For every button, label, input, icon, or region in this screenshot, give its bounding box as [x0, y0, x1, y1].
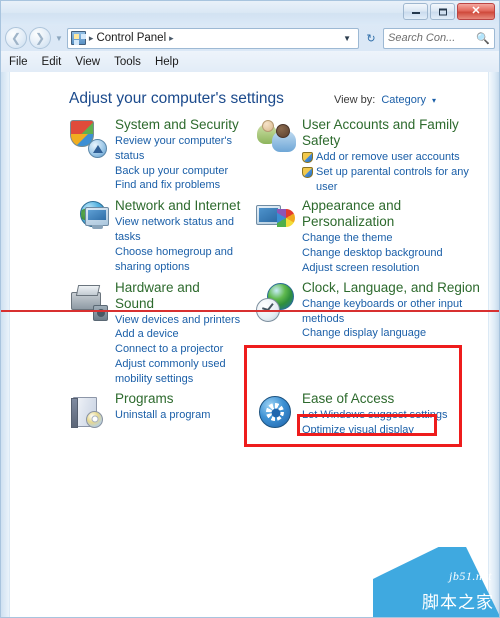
users-icon[interactable]: [256, 119, 296, 159]
control-panel-icon: [70, 31, 86, 45]
search-input[interactable]: Search Con...: [388, 32, 476, 44]
window-controls: ✕: [403, 3, 495, 20]
watermark: jb51.net 脚本之家: [373, 547, 499, 617]
link-add-a-device[interactable]: Add a device: [115, 327, 242, 342]
minimize-icon: [411, 12, 420, 14]
refresh-button[interactable]: ↻: [361, 28, 381, 49]
category-title[interactable]: User Accounts and Family Safety: [302, 117, 480, 149]
appearance-monitor-icon[interactable]: [256, 200, 296, 240]
network-globe-icon[interactable]: [69, 200, 109, 240]
category-row: Hardware and Sound View devices and prin…: [10, 280, 488, 391]
category-title[interactable]: Clock, Language, and Region: [302, 280, 480, 296]
breadcrumb-control-panel[interactable]: Control Panel: [96, 32, 166, 44]
programs-box-icon[interactable]: [69, 393, 109, 433]
category-row: Network and Internet View network status…: [10, 198, 488, 279]
category-pane: Adjust your computer's settings View by:…: [10, 72, 488, 617]
link-optimize-visual-display[interactable]: Optimize visual display: [302, 423, 480, 438]
category-title[interactable]: Ease of Access: [302, 391, 480, 407]
link-add-or-remove-user-accounts[interactable]: Add or remove user accounts: [302, 150, 480, 165]
link-back-up-computer[interactable]: Back up your computer: [115, 164, 242, 179]
category-row: Programs Uninstall a program Ease of Acc…: [10, 391, 488, 442]
link-change-desktop-background[interactable]: Change desktop background: [302, 246, 480, 261]
category-title[interactable]: Programs: [115, 391, 242, 407]
view-by-control: View by: Category ▾: [334, 94, 436, 106]
category-title[interactable]: Hardware and Sound: [115, 280, 242, 312]
link-let-windows-suggest-settings[interactable]: Let Windows suggest settings: [302, 408, 480, 423]
link-adjust-screen-resolution[interactable]: Adjust screen resolution: [302, 261, 480, 276]
back-arrow-icon: ❮: [10, 31, 22, 45]
link-review-status[interactable]: Review your computer's status: [115, 134, 242, 164]
scrollbar-track[interactable]: [488, 72, 499, 617]
minimize-button[interactable]: [403, 3, 428, 20]
category-grid: System and Security Review your computer…: [10, 117, 488, 441]
category-row: System and Security Review your computer…: [10, 117, 488, 198]
breadcrumb-separator-leading: ▸: [88, 32, 94, 43]
watermark-english: jb51.net: [449, 569, 492, 583]
link-view-devices-and-printers[interactable]: View devices and printers: [115, 313, 242, 328]
refresh-icon: ↻: [366, 32, 376, 45]
shield-security-icon[interactable]: [69, 119, 109, 159]
link-change-display-language[interactable]: Change display language: [302, 326, 480, 341]
content-area: Adjust your computer's settings View by:…: [1, 72, 499, 617]
menu-item-edit[interactable]: Edit: [42, 56, 62, 68]
category-title[interactable]: Appearance and Personalization: [302, 198, 480, 230]
back-button[interactable]: ❮: [5, 27, 27, 49]
menu-item-file[interactable]: File: [9, 56, 28, 68]
category-programs: Programs Uninstall a program: [10, 391, 242, 442]
link-adjust-mobility-settings[interactable]: Adjust commonly used mobility settings: [115, 357, 242, 387]
forward-arrow-icon: ❯: [34, 31, 46, 45]
annotation-horizontal-line: [1, 310, 499, 312]
category-title[interactable]: Network and Internet: [115, 198, 242, 214]
category-user-accounts-and-family-safety: User Accounts and Family Safety Add or r…: [242, 117, 480, 198]
category-appearance-and-personalization: Appearance and Personalization Change th…: [242, 198, 480, 279]
category-ease-of-access: Ease of Access Let Windows suggest setti…: [242, 391, 480, 442]
category-hardware-and-sound: Hardware and Sound View devices and prin…: [10, 280, 242, 391]
close-button[interactable]: ✕: [457, 3, 495, 20]
link-view-network-status[interactable]: View network status and tasks: [115, 215, 242, 245]
watermark-chinese: 脚本之家: [422, 593, 494, 613]
breadcrumb-separator-trailing[interactable]: ▸: [169, 33, 174, 44]
address-bar-row: ❮ ❯ ▼ ▸ Control Panel ▸ ▼ ↻ Search Con..…: [1, 25, 499, 51]
view-by-label: View by:: [333, 94, 376, 106]
printer-speaker-icon[interactable]: [69, 282, 109, 322]
close-icon: ✕: [471, 5, 481, 17]
maximize-button[interactable]: [430, 3, 455, 20]
left-rail: [1, 72, 10, 617]
title-bar: ✕: [1, 1, 499, 25]
link-change-the-theme[interactable]: Change the theme: [302, 231, 480, 246]
menu-item-tools[interactable]: Tools: [114, 56, 141, 68]
page-title: Adjust your computer's settings: [69, 90, 284, 107]
link-uninstall-a-program[interactable]: Uninstall a program: [115, 408, 242, 423]
control-panel-window: ✕ ❮ ❯ ▼ ▸ Control Panel ▸ ▼ ↻ Search Con…: [0, 0, 500, 618]
shield-icon: [302, 166, 313, 178]
view-by-value[interactable]: Category: [381, 94, 426, 106]
recent-pages-chevron-icon[interactable]: ▼: [53, 34, 65, 43]
category-clock-language-and-region: Clock, Language, and Region Change keybo…: [242, 280, 480, 391]
category-title[interactable]: System and Security: [115, 117, 242, 133]
link-connect-to-a-projector[interactable]: Connect to a projector: [115, 342, 242, 357]
menu-bar: File Edit View Tools Help: [1, 51, 499, 72]
ease-of-access-icon[interactable]: [256, 393, 296, 433]
search-icon: 🔍: [476, 32, 490, 45]
forward-button[interactable]: ❯: [29, 27, 51, 49]
maximize-icon: [438, 8, 447, 15]
link-label: Set up parental controls for any user: [316, 165, 469, 193]
shield-icon: [302, 151, 313, 163]
menu-item-help[interactable]: Help: [155, 56, 179, 68]
link-choose-homegroup[interactable]: Choose homegroup and sharing options: [115, 245, 242, 275]
link-find-and-fix-problems[interactable]: Find and fix problems: [115, 178, 242, 193]
category-system-and-security: System and Security Review your computer…: [10, 117, 242, 198]
address-dropdown-icon[interactable]: ▼: [339, 34, 355, 43]
category-network-and-internet: Network and Internet View network status…: [10, 198, 242, 279]
chevron-down-icon[interactable]: ▾: [432, 96, 436, 105]
address-bar[interactable]: ▸ Control Panel ▸ ▼: [66, 27, 359, 49]
link-set-up-parental-controls[interactable]: Set up parental controls for any user: [302, 165, 480, 195]
menu-item-view[interactable]: View: [75, 56, 100, 68]
search-box[interactable]: Search Con... 🔍: [383, 27, 495, 49]
link-label: Add or remove user accounts: [316, 150, 460, 163]
clock-globe-icon[interactable]: [256, 282, 296, 322]
